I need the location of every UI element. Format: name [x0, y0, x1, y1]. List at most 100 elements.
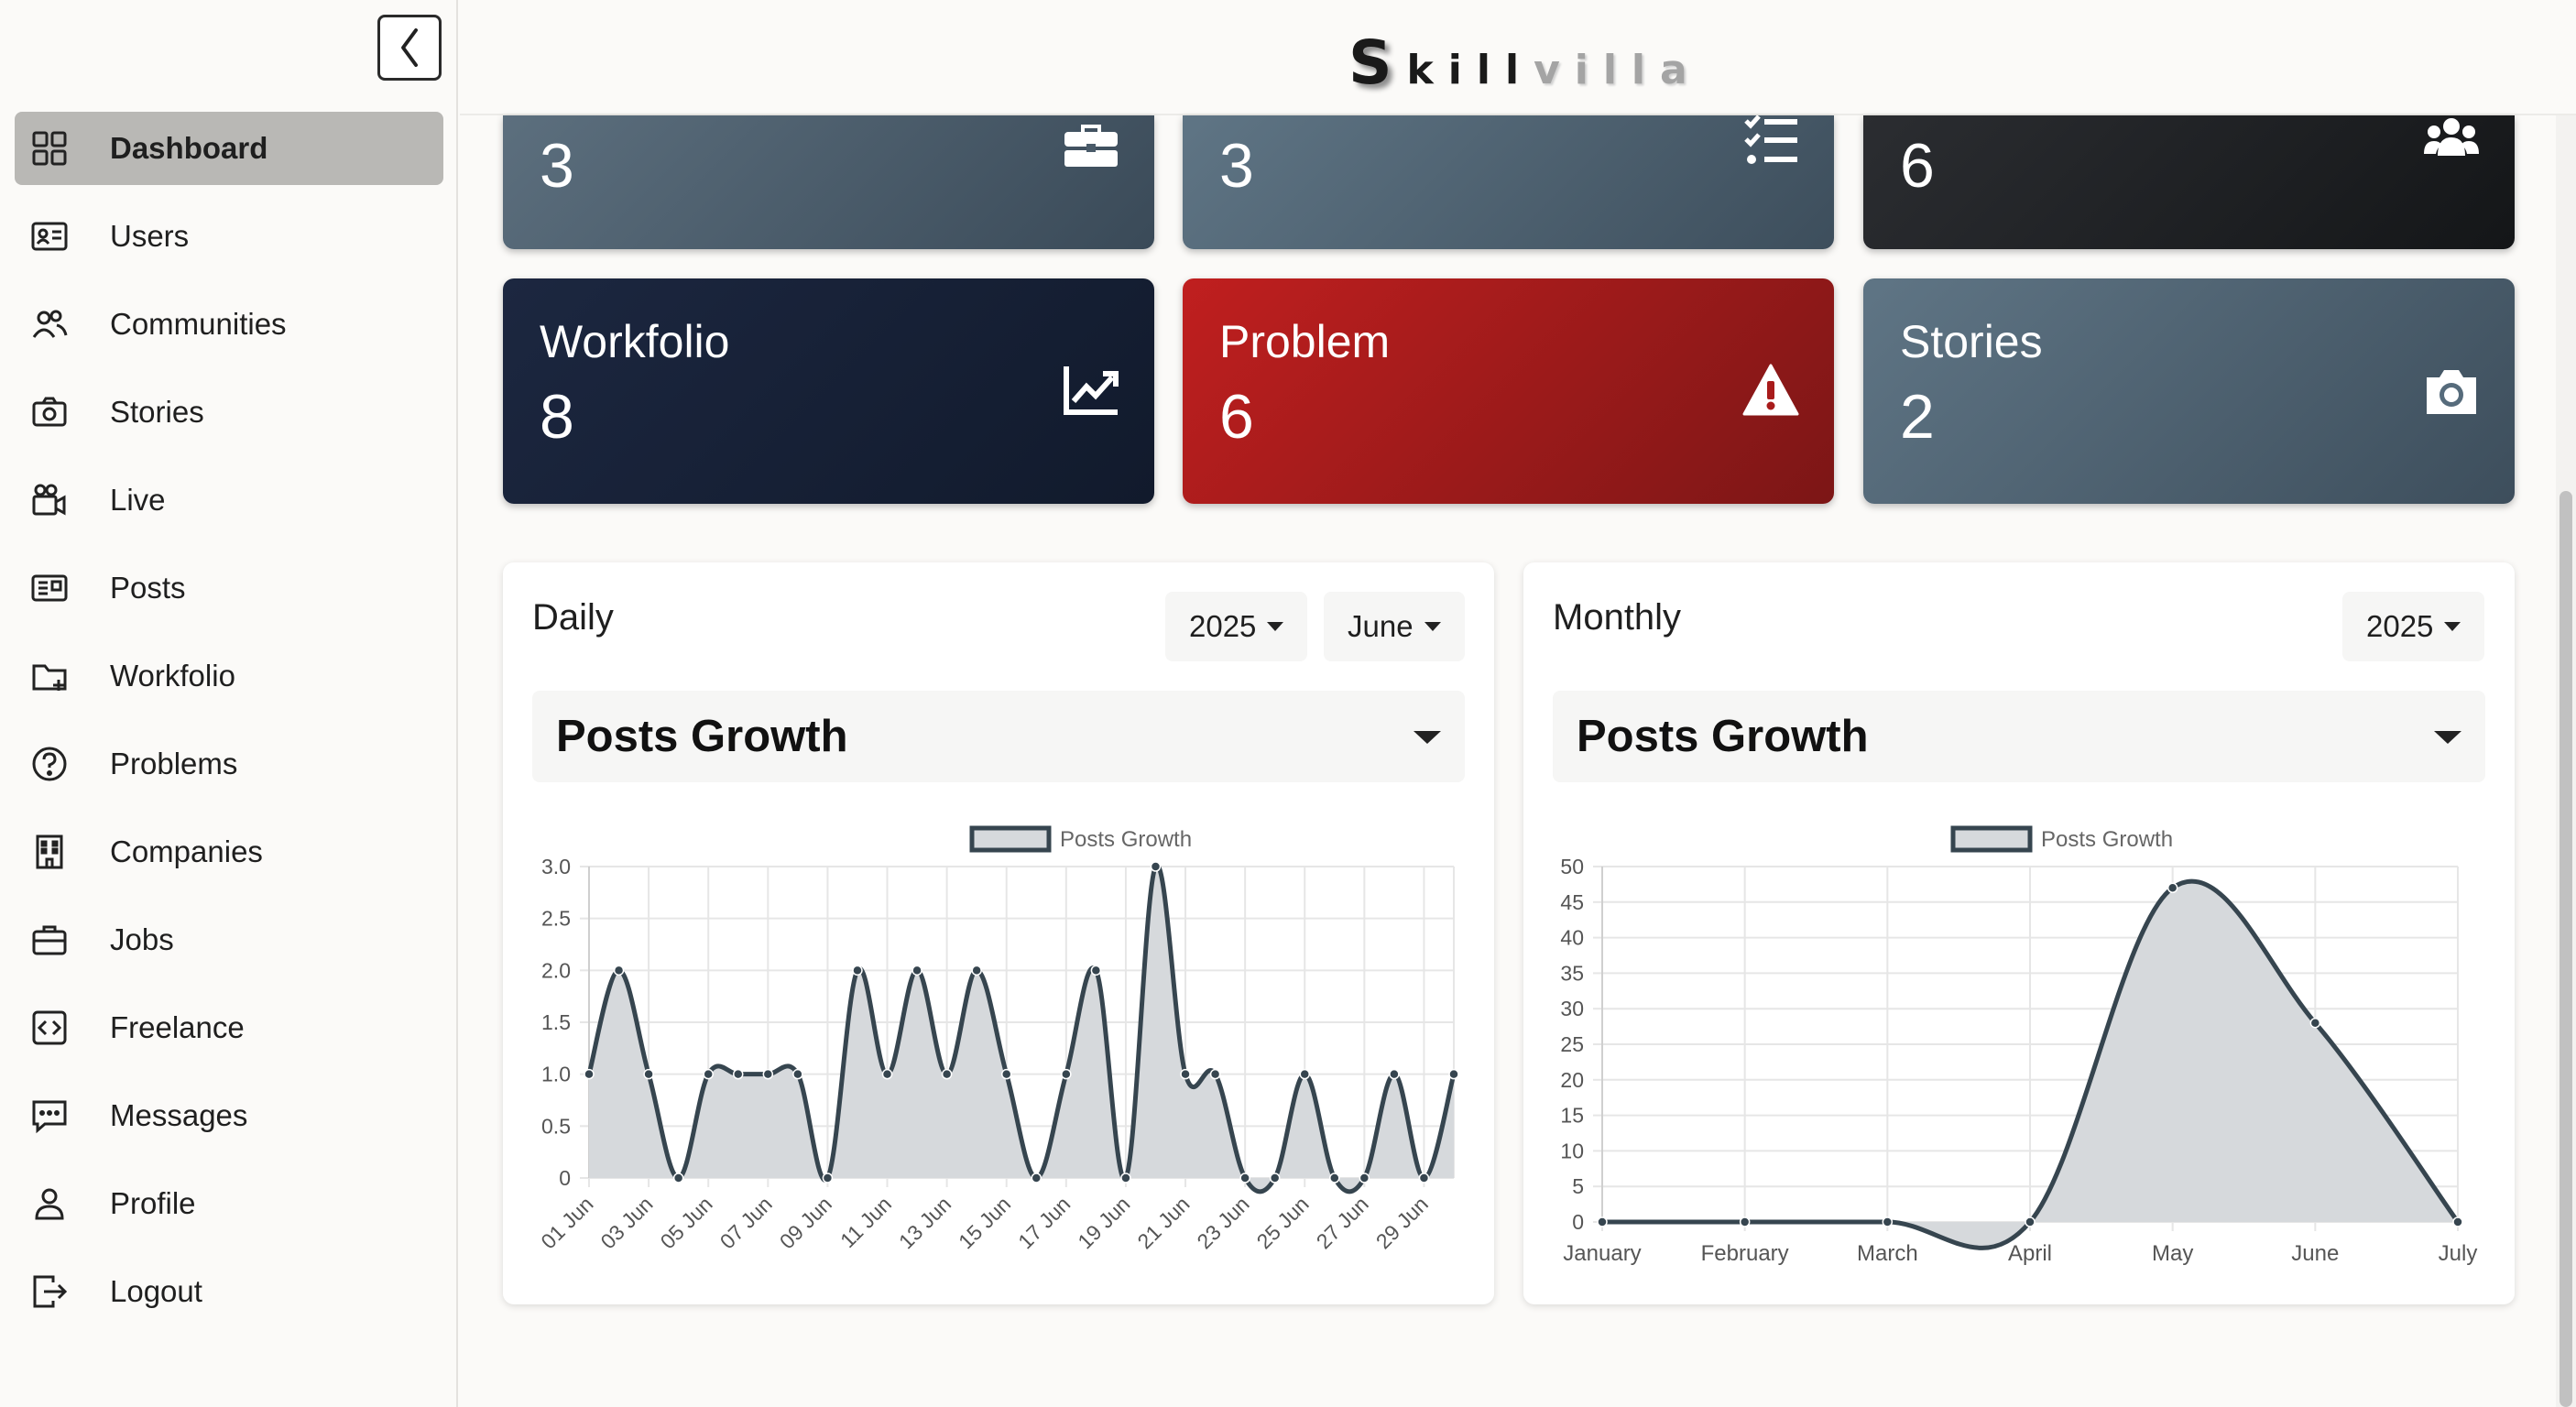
data-point	[941, 1068, 953, 1080]
sidebar-item-label: Communities	[110, 307, 287, 341]
sidebar-item-posts[interactable]: Posts	[15, 551, 443, 625]
collapse-sidebar-button[interactable]	[377, 15, 442, 81]
scrollbar-thumb[interactable]	[2560, 491, 2572, 1407]
y-tick-label: 15	[1560, 1104, 1584, 1128]
data-point	[2025, 1216, 2036, 1227]
sidebar-item-jobs[interactable]: Jobs	[15, 903, 443, 976]
users-group-icon	[2424, 118, 2479, 156]
communities-icon	[29, 304, 70, 344]
daily-posts-growth-chart: Posts Growth 0 0.5 1.0 1.5 2.0 2.5 3.0 01 Jun03 …	[536, 825, 1459, 1253]
y-tick-label: 0	[559, 1166, 571, 1190]
sidebar-item-stories[interactable]: Stories	[15, 376, 443, 449]
stat-card-stories[interactable]: Stories 2	[1863, 278, 2515, 504]
stat-card-communities[interactable]: 6	[1863, 115, 2515, 249]
stat-value: 6	[1900, 131, 1935, 201]
sidebar-item-communities[interactable]: Communities	[15, 288, 443, 361]
top-header: Skillvilla	[460, 0, 2576, 115]
data-point	[1150, 861, 1162, 872]
warning-icon	[1742, 364, 1799, 416]
y-tick-label: 30	[1560, 997, 1584, 1020]
x-tick-label: April	[2008, 1241, 2052, 1266]
camera-icon	[2427, 370, 2476, 414]
data-point	[584, 1068, 595, 1080]
y-tick-label: 1.0	[541, 1063, 571, 1086]
y-tick-label: 5	[1572, 1174, 1584, 1198]
chart-line-icon	[1064, 366, 1119, 415]
stat-card-tasks[interactable]: 3	[1183, 115, 1834, 249]
sidebar-item-workfolio[interactable]: Workfolio	[15, 639, 443, 713]
data-point	[911, 965, 922, 976]
y-tick-label: 20	[1560, 1068, 1584, 1092]
data-point	[1418, 1172, 1430, 1183]
posts-icon	[29, 568, 70, 608]
page-scrollbar[interactable]	[2556, 115, 2576, 1407]
x-tick-label: January	[1563, 1241, 1641, 1266]
stat-value: 3	[1219, 131, 1254, 201]
sidebar-item-label: Stories	[110, 395, 204, 429]
y-tick-label: 50	[1560, 855, 1584, 878]
monthly-posts-growth-chart: Posts Growth 0 5 10 15 20 25 30 35 40 45 50 January F…	[1560, 825, 2477, 1266]
data-point	[1000, 1068, 1012, 1080]
sidebar-item-problems[interactable]: Problems	[15, 727, 443, 801]
x-tick-label: 17 Jun	[1013, 1192, 1075, 1253]
sidebar-item-label: Profile	[110, 1186, 196, 1220]
data-point	[703, 1068, 714, 1080]
x-tick-label: 21 Jun	[1132, 1192, 1194, 1253]
y-tick-label: 35	[1560, 961, 1584, 985]
sidebar-item-label: Jobs	[110, 922, 174, 956]
data-point	[881, 1068, 893, 1080]
data-point	[1180, 1068, 1191, 1080]
data-point	[1031, 1172, 1042, 1183]
data-point	[1882, 1216, 1894, 1227]
data-point	[1597, 1216, 1608, 1227]
building-icon	[29, 832, 70, 872]
x-tick-label: 09 Jun	[775, 1192, 836, 1253]
data-point	[1239, 1172, 1250, 1183]
camera-icon	[29, 392, 70, 432]
sidebar-item-label: Messages	[110, 1098, 248, 1132]
sidebar-item-users[interactable]: Users	[15, 200, 443, 273]
y-tick-label: 0	[1572, 1210, 1584, 1234]
stat-value: 2	[1900, 382, 1935, 452]
data-point	[733, 1068, 744, 1080]
sidebar-item-freelance[interactable]: Freelance	[15, 991, 443, 1064]
sidebar-item-live[interactable]: Live	[15, 464, 443, 537]
x-tick-label: 07 Jun	[715, 1192, 777, 1253]
sidebar-item-companies[interactable]: Companies	[15, 815, 443, 889]
sidebar-item-label: Dashboard	[110, 131, 268, 165]
users-id-card-icon	[29, 216, 70, 256]
stat-card-jobs[interactable]: 3	[503, 115, 1154, 249]
data-point	[1389, 1068, 1400, 1080]
x-tick-label: June	[2291, 1241, 2339, 1266]
stat-value: 6	[1219, 382, 1254, 452]
sidebar-item-profile[interactable]: Profile	[15, 1167, 443, 1240]
message-icon	[29, 1096, 70, 1136]
y-tick-label: 0.5	[541, 1114, 571, 1138]
sidebar-item-logout[interactable]: Logout	[15, 1255, 443, 1328]
brand-initial: S	[1348, 27, 1407, 98]
x-tick-label: 19 Jun	[1073, 1192, 1134, 1253]
y-tick-label: 10	[1560, 1139, 1584, 1162]
x-tick-label: 29 Jun	[1371, 1192, 1433, 1253]
sidebar-item-messages[interactable]: Messages	[15, 1079, 443, 1152]
data-point	[971, 965, 982, 976]
dashboard-icon	[29, 128, 70, 169]
x-tick-label: 13 Jun	[894, 1192, 955, 1253]
stat-label: Stories	[1900, 316, 2043, 367]
sidebar-item-label: Logout	[110, 1274, 202, 1308]
sidebar-item-label: Users	[110, 219, 190, 253]
brand-light-text: villa	[1534, 47, 1702, 93]
y-tick-label: 40	[1560, 926, 1584, 950]
sidebar: Dashboard Users Communities Stories Live…	[0, 0, 458, 1407]
x-tick-label: March	[1857, 1241, 1918, 1266]
stat-value: 8	[540, 382, 574, 452]
stat-card-workfolio[interactable]: Workfolio 8	[503, 278, 1154, 504]
chevron-left-icon	[401, 28, 418, 67]
sidebar-nav: Dashboard Users Communities Stories Live…	[15, 112, 443, 1343]
data-point	[1209, 1068, 1221, 1080]
sidebar-item-label: Posts	[110, 571, 186, 605]
data-point	[672, 1172, 684, 1183]
stat-card-problem[interactable]: Problem 6	[1183, 278, 1834, 504]
data-point	[1061, 1068, 1072, 1080]
sidebar-item-dashboard[interactable]: Dashboard	[15, 112, 443, 185]
